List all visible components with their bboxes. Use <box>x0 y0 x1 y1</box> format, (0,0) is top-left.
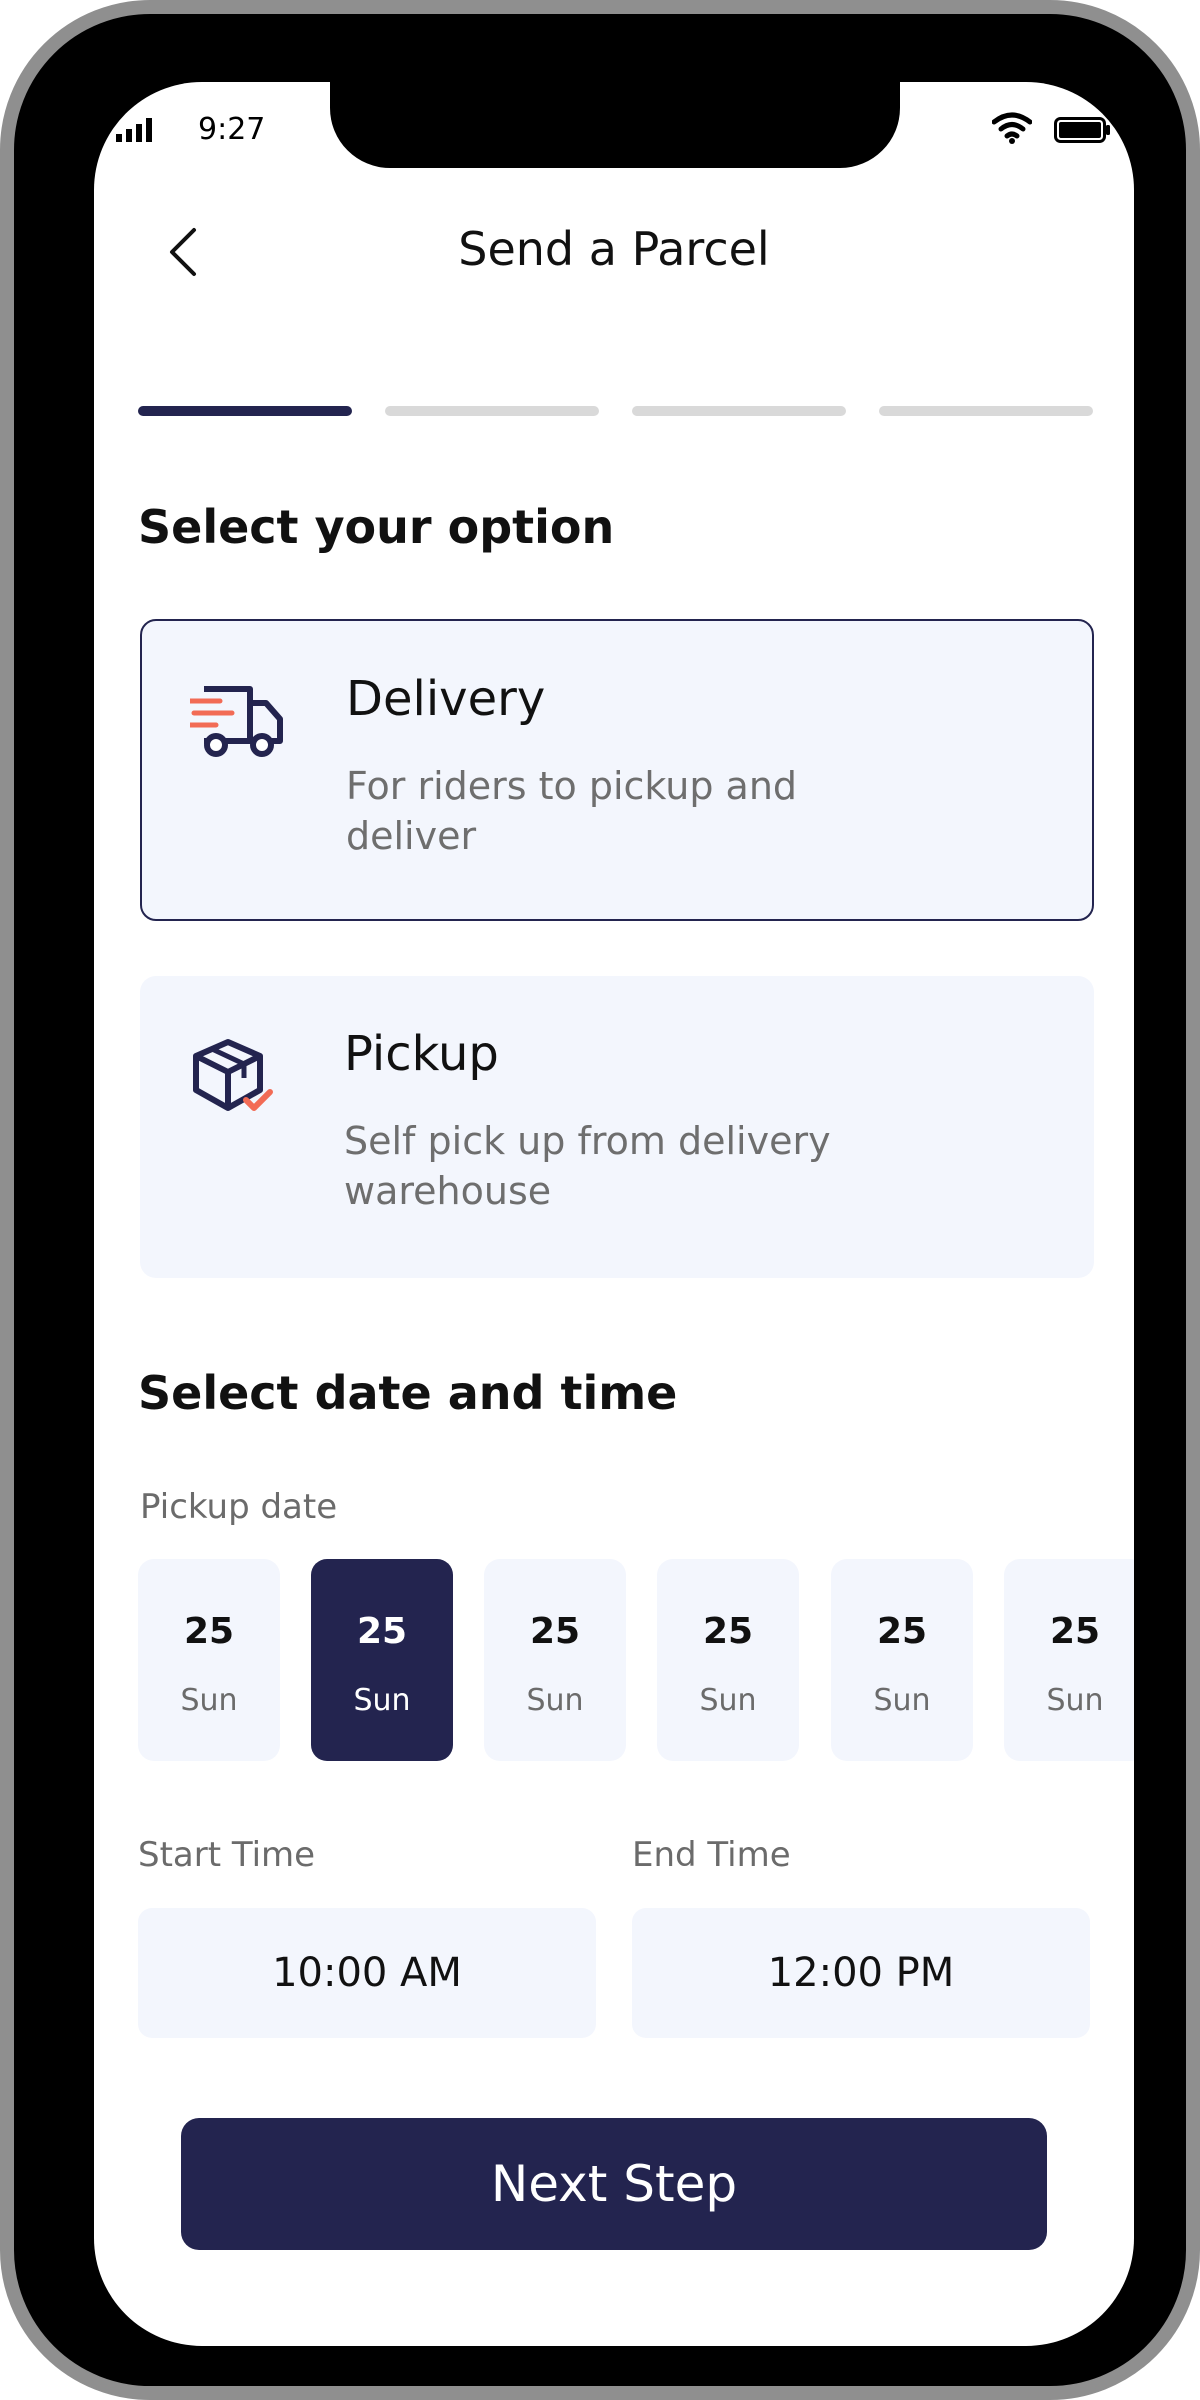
start-time-label: Start Time <box>138 1835 316 1875</box>
box-check-icon <box>193 1039 273 1111</box>
cellular-signal-icon <box>116 118 152 142</box>
date-option[interactable]: 25 Sun <box>831 1559 973 1761</box>
section-title-schedule: Select date and time <box>138 1366 678 1420</box>
progress-step-3 <box>632 406 846 416</box>
date-option-selected[interactable]: 25 Sun <box>311 1559 453 1761</box>
date-weekday: Sun <box>526 1683 584 1718</box>
truck-icon <box>190 686 283 757</box>
page-title: Send a Parcel <box>458 222 770 276</box>
date-option[interactable]: 25 Sun <box>1004 1559 1134 1761</box>
wifi-icon <box>992 112 1032 144</box>
progress-step-2 <box>385 406 599 416</box>
date-number: 25 <box>183 1611 235 1652</box>
end-time-label: End Time <box>632 1835 791 1875</box>
progress-step-1 <box>138 406 352 416</box>
date-number: 25 <box>702 1611 754 1652</box>
date-number: 25 <box>876 1611 928 1652</box>
date-weekday: Sun <box>873 1683 931 1718</box>
phone-screen: 9:27 Send a Parcel Select your option De… <box>94 82 1134 2346</box>
progress-step-4 <box>879 406 1093 416</box>
delivery-description: For riders to pickup and deliver <box>346 764 798 858</box>
battery-icon <box>1054 117 1110 143</box>
phone-frame: 9:27 Send a Parcel Select your option De… <box>0 0 1200 2400</box>
date-number: 25 <box>529 1611 581 1652</box>
delivery-option-card[interactable]: Delivery For riders to pickup and delive… <box>140 619 1094 921</box>
date-number: 25 <box>1049 1611 1101 1652</box>
end-time-field[interactable]: 12:00 PM <box>632 1908 1090 2038</box>
notch <box>330 82 900 168</box>
date-option[interactable]: 25 Sun <box>138 1559 280 1761</box>
date-weekday: Sun <box>699 1683 757 1718</box>
date-option[interactable]: 25 Sun <box>484 1559 626 1761</box>
section-title-options: Select your option <box>138 500 615 554</box>
pickup-description: Self pick up from delivery warehouse <box>344 1119 831 1213</box>
pickup-title: Pickup <box>344 1026 499 1082</box>
date-option[interactable]: 25 Sun <box>657 1559 799 1761</box>
status-time: 9:27 <box>198 112 266 147</box>
next-step-button[interactable]: Next Step <box>181 2118 1047 2250</box>
start-time-field[interactable]: 10:00 AM <box>138 1908 596 2038</box>
pickup-option-card[interactable]: Pickup Self pick up from delivery wareho… <box>140 976 1094 1278</box>
pickup-date-label: Pickup date <box>140 1487 338 1527</box>
date-weekday: Sun <box>1046 1683 1104 1718</box>
delivery-title: Delivery <box>346 671 546 727</box>
date-number: 25 <box>356 1611 408 1652</box>
date-weekday: Sun <box>180 1683 238 1718</box>
date-weekday: Sun <box>353 1683 411 1718</box>
